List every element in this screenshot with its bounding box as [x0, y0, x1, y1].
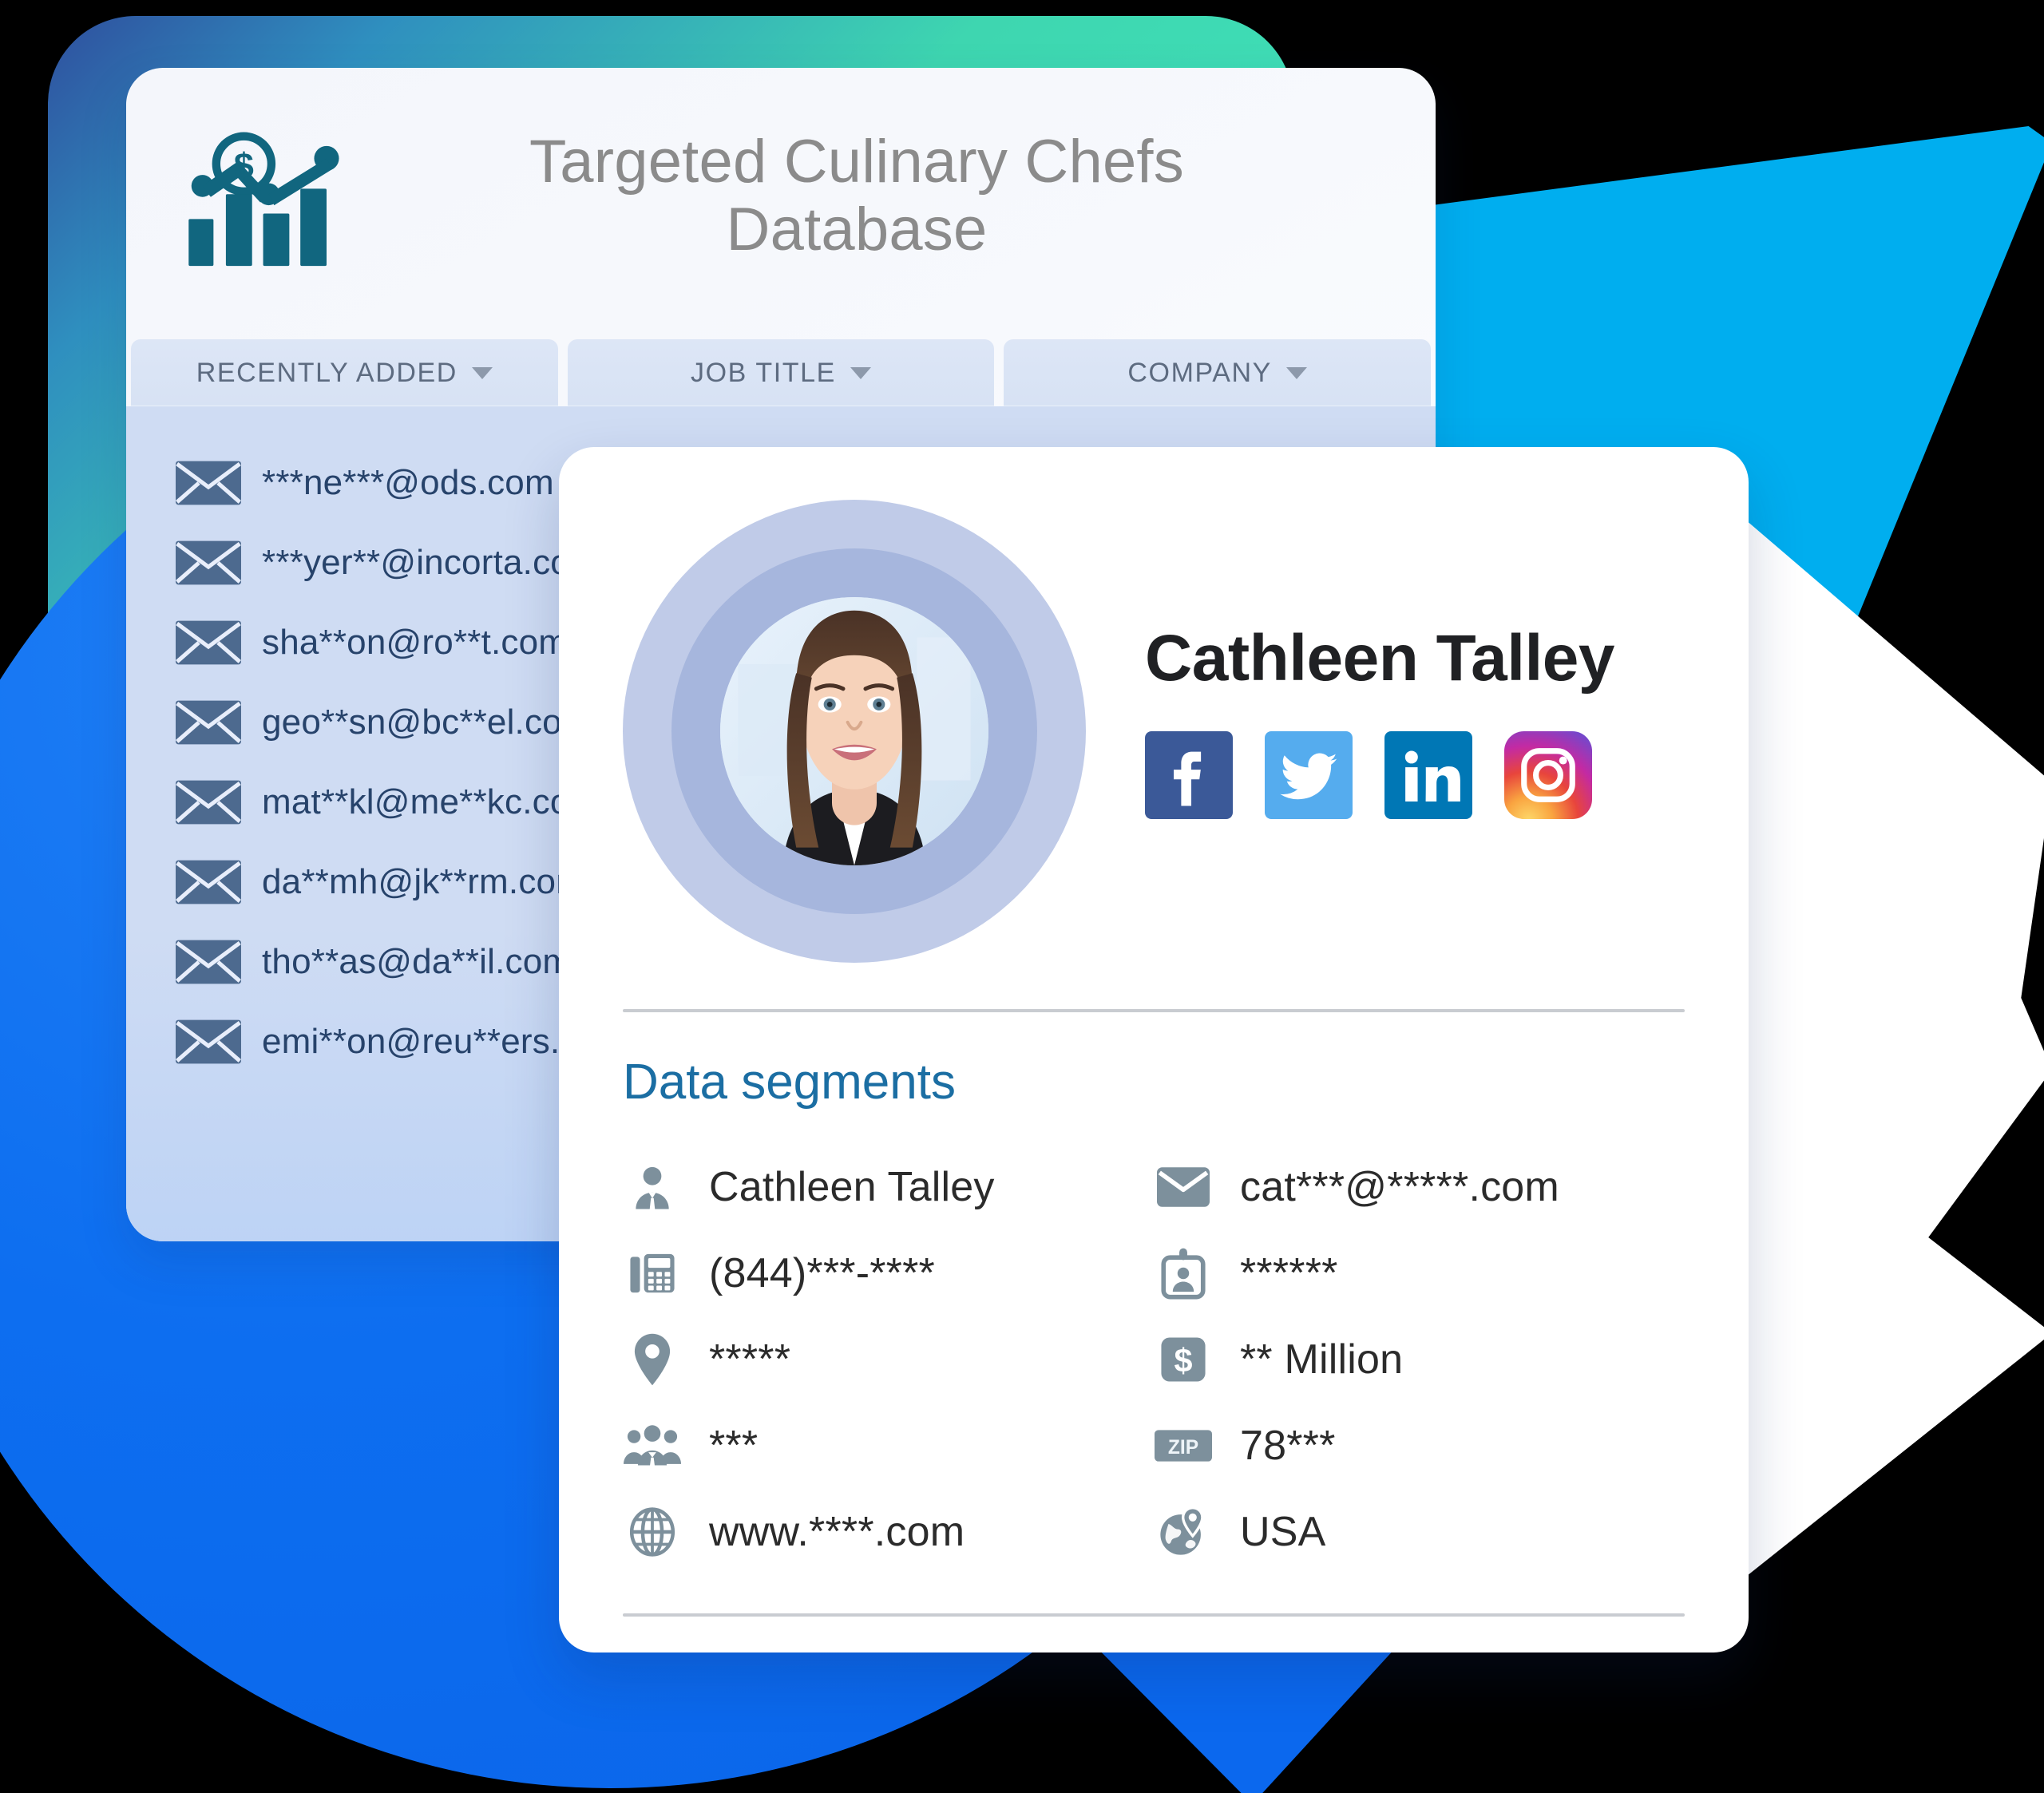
- instagram-icon[interactable]: [1504, 731, 1592, 819]
- map-pin-icon: [623, 1330, 682, 1389]
- segment-value: www.****.com: [709, 1509, 965, 1555]
- segment-value: 78***: [1240, 1423, 1336, 1469]
- envelope-icon: [176, 540, 241, 585]
- email-address: ***ne***@ods.com: [262, 463, 554, 502]
- segments-heading: Data segments: [623, 1055, 956, 1110]
- segment-phone: (844)***-****: [623, 1230, 1154, 1316]
- envelope-icon: [176, 780, 241, 825]
- segment-value: *****: [709, 1336, 791, 1383]
- globe-icon: [623, 1502, 682, 1561]
- envelope-icon: [176, 620, 241, 665]
- contact-name: Cathleen Talley: [1145, 622, 1614, 695]
- segment-value: cat***@*****.com: [1240, 1164, 1559, 1210]
- people-group-icon: [623, 1416, 682, 1475]
- email-address: tho**as@da**il.com: [262, 942, 572, 981]
- chevron-down-icon: [1285, 366, 1307, 379]
- svg-text:$: $: [234, 145, 254, 186]
- globe-pin-icon: [1154, 1502, 1213, 1561]
- segment-location: *****: [623, 1316, 1154, 1403]
- person-tie-icon: [623, 1158, 682, 1217]
- svg-text:$: $: [1175, 1343, 1193, 1379]
- segment-name: Cathleen Talley: [623, 1144, 1154, 1230]
- avatar: [623, 500, 1086, 963]
- filter-tab-job-title[interactable]: JOB TITLE: [567, 339, 995, 406]
- envelope-icon: [176, 700, 241, 745]
- segment-country: USA: [1154, 1489, 1685, 1575]
- twitter-icon[interactable]: [1265, 731, 1353, 819]
- segment-revenue: $ ** Million: [1154, 1316, 1685, 1403]
- segment-job-title: ******: [1154, 1230, 1685, 1316]
- filter-tab-company[interactable]: COMPANY: [1004, 339, 1432, 406]
- segment-email: cat***@*****.com: [1154, 1144, 1685, 1230]
- dollar-square-icon: $: [1154, 1330, 1213, 1389]
- segment-value: ** Million: [1240, 1336, 1404, 1383]
- email-address: sha**on@ro**t.com: [262, 623, 568, 662]
- blue-pointer-shape: [1078, 1629, 1413, 1793]
- envelope-icon: [176, 461, 241, 505]
- profile-header: Cathleen Talley: [559, 447, 1749, 963]
- segment-value: Cathleen Talley: [709, 1164, 995, 1210]
- envelope-icon: [176, 1019, 241, 1064]
- fax-phone-icon: [623, 1244, 682, 1303]
- envelope-icon: [176, 940, 241, 984]
- divider-bottom: [623, 1613, 1685, 1617]
- envelope-icon: [1154, 1158, 1213, 1217]
- filter-tab-label: COMPANY: [1127, 357, 1272, 388]
- social-links: [1134, 731, 1685, 819]
- zip-icon: ZIP: [1154, 1416, 1213, 1475]
- svg-text:ZIP: ZIP: [1168, 1437, 1198, 1459]
- profile-details: Cathleen Talley: [1086, 621, 1685, 841]
- segment-value: (844)***-****: [709, 1250, 935, 1296]
- email-address: da**mh@jk**rm.com: [262, 862, 586, 901]
- facebook-icon[interactable]: [1145, 731, 1233, 819]
- page-title: Targeted Culinary Chefs Database: [529, 127, 1184, 263]
- contact-profile-card: Cathleen Talley Data segments Cathleen T…: [559, 447, 1749, 1652]
- email-address: ***yer**@incorta.com: [262, 543, 600, 582]
- filter-tabs: RECENTLY ADDED JOB TITLE COMPANY: [126, 339, 1436, 406]
- segment-value: ******: [1240, 1250, 1338, 1296]
- segments-grid: Cathleen Talley cat***@*****.com (844)**…: [559, 1110, 1749, 1575]
- segment-website: www.****.com: [623, 1489, 1154, 1575]
- segment-value: USA: [1240, 1509, 1326, 1555]
- segment-value: ***: [709, 1423, 759, 1469]
- segment-employees: ***: [623, 1403, 1154, 1489]
- profile-photo: [720, 597, 988, 865]
- envelope-icon: [176, 860, 241, 904]
- chevron-down-icon: [850, 366, 871, 379]
- chevron-down-icon: [471, 366, 493, 379]
- email-address: mat**kl@me**kc.com: [262, 782, 600, 821]
- segment-zip: ZIP 78***: [1154, 1403, 1685, 1489]
- id-badge-icon: [1154, 1244, 1213, 1303]
- screenshot-root: $ Targeted Culinary Chefs Database RECEN…: [0, 0, 2044, 1793]
- linkedin-icon[interactable]: [1384, 731, 1472, 819]
- filter-tab-recently-added[interactable]: RECENTLY ADDED: [131, 339, 558, 406]
- panel-header: $ Targeted Culinary Chefs Database: [126, 68, 1436, 339]
- email-address: geo**sn@bc**el.com: [262, 703, 592, 742]
- filter-tab-label: RECENTLY ADDED: [196, 357, 458, 388]
- bar-chart-dollar-icon: $: [182, 120, 350, 271]
- filter-tab-label: JOB TITLE: [691, 357, 836, 388]
